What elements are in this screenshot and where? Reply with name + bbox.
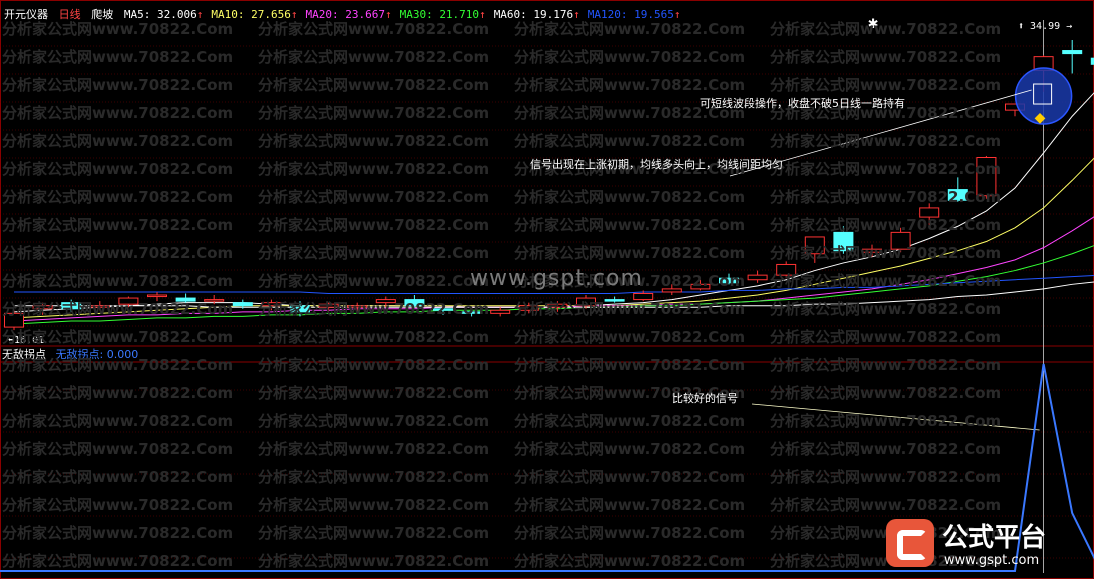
watermark-text: 分析家公式网www.70822.Com [2,300,234,318]
watermark-text: 分析家公式网www.70822.Com [514,76,746,94]
watermark-text: 分析家公式网www.70822.Com [2,20,234,38]
center-watermark: www.gspt.com [470,266,643,291]
candle-body [1062,50,1083,55]
watermark-text: 分析家公式网www.70822.Com [2,356,234,374]
watermark-text: 分析家公式网www.70822.Com [258,244,490,262]
watermark-text: 分析家公式网www.70822.Com [2,272,234,290]
watermark-text: 分析家公式网www.70822.Com [770,160,1002,178]
watermark-text: 分析家公式网www.70822.Com [770,132,1002,150]
watermark-text: 分析家公式网www.70822.Com [258,160,490,178]
annotation-middle: 信号出现在上涨初期，均线多头向上，均线间距均匀 [530,158,783,171]
watermark-text: 分析家公式网www.70822.Com [770,188,1002,206]
watermark-text: 分析家公式网www.70822.Com [258,440,490,458]
watermark-text: 分析家公式网www.70822.Com [2,48,234,66]
logo-site: www.gspt.com [944,553,1040,568]
watermark-text: 分析家公式网www.70822.Com [2,440,234,458]
watermark-text: 分析家公式网www.70822.Com [2,244,234,262]
watermark-text: 分析家公式网www.70822.Com [770,356,1002,374]
watermark-text: 分析家公式网www.70822.Com [514,188,746,206]
watermark-text: 分析家公式网www.70822.Com [258,468,490,486]
watermark-text: 分析家公式网www.70822.Com [514,48,746,66]
watermark-text: 分析家公式网www.70822.Com [258,272,490,290]
watermark-text: 分析家公式网www.70822.Com [514,20,746,38]
watermark-text: 分析家公式网www.70822.Com [770,20,1002,38]
watermark-text: 分析家公式网www.70822.Com [258,20,490,38]
candle-body [232,302,253,307]
watermark-text: 分析家公式网www.70822.Com [258,300,490,318]
candle-body [747,274,768,281]
watermark-text: 分析家公式网www.70822.Com [514,328,746,346]
price-high-label: ⬆ 34.99 → [1018,21,1072,32]
candle-body [490,309,511,314]
watermark-text: 分析家公式网www.70822.Com [2,524,234,542]
watermark-text: 分析家公式网www.70822.Com [258,384,490,402]
kline-window: ✱ ◆ ⬆ 34.99 → ⬅16.01 开元仪器 日线 爬坡 MA5: 32.006… [0,0,1094,579]
watermark-text: 分析家公式网www.70822.Com [770,272,1002,290]
watermark-text: 分析家公式网www.70822.Com [2,104,234,122]
watermark-text: 分析家公式网www.70822.Com [2,328,234,346]
watermark-text: 分析家公式网www.70822.Com [514,356,746,374]
watermark-text: 分析家公式网www.70822.Com [770,328,1002,346]
watermark-text: 分析家公式网www.70822.Com [2,132,234,150]
watermark-text: 分析家公式网www.70822.Com [514,132,746,150]
watermark-text: 分析家公式网www.70822.Com [258,216,490,234]
watermark-text: 分析家公式网www.70822.Com [770,216,1002,234]
watermark-text: 分析家公式网www.70822.Com [258,496,490,514]
annotation-top: 可短线波段操作，收盘不破5日线一路持有 [700,97,905,110]
watermark-text: 分析家公式网www.70822.Com [514,412,746,430]
watermark-text: 分析家公式网www.70822.Com [514,524,746,542]
watermark-text: 分析家公式网www.70822.Com [770,496,1002,514]
annotation-bottom: 比较好的信号 [672,392,738,405]
watermark-text: 分析家公式网www.70822.Com [2,188,234,206]
watermark-text: 分析家公式网www.70822.Com [770,440,1002,458]
watermark-text: 分析家公式网www.70822.Com [258,356,490,374]
watermark-text: 分析家公式网www.70822.Com [514,440,746,458]
watermark-text: 分析家公式网www.70822.Com [514,468,746,486]
watermark-text: 分析家公式网www.70822.Com [770,468,1002,486]
watermark-text: 分析家公式网www.70822.Com [2,76,234,94]
watermark-text: 分析家公式网www.70822.Com [514,552,746,570]
logo-name: 公式平台 [942,523,1047,553]
watermark-text: 分析家公式网www.70822.Com [2,552,234,570]
candle-body [147,294,167,298]
watermark-text: 分析家公式网www.70822.Com [2,412,234,430]
watermark-text: 分析家公式网www.70822.Com [770,384,1002,402]
watermark-text: 分析家公式网www.70822.Com [770,76,1002,94]
watermark-text: 分析家公式网www.70822.Com [258,524,490,542]
watermark-text: 分析家公式网www.70822.Com [258,552,490,570]
watermark-text: 分析家公式网www.70822.Com [258,48,490,66]
watermark-text: 分析家公式网www.70822.Com [514,216,746,234]
brand-logo: 公式平台 www.gspt.com [886,515,1086,573]
diamond-signal-icon: ◆ [1035,110,1046,126]
watermark-text: 分析家公式网www.70822.Com [258,132,490,150]
watermark-text: 分析家公式网www.70822.Com [258,328,490,346]
logo-icon [886,519,934,567]
watermark-text: 分析家公式网www.70822.Com [2,468,234,486]
watermark-text: 分析家公式网www.70822.Com [258,104,490,122]
watermark-text: 分析家公式网www.70822.Com [2,160,234,178]
watermark-text: 分析家公式网www.70822.Com [2,384,234,402]
watermark-text: 分析家公式网www.70822.Com [770,244,1002,262]
watermark-text: 分析家公式网www.70822.Com [2,496,234,514]
watermark-text: 分析家公式网www.70822.Com [770,412,1002,430]
watermark-text: 分析家公式网www.70822.Com [770,300,1002,318]
watermark-text: 分析家公式网www.70822.Com [258,188,490,206]
watermark-text: 分析家公式网www.70822.Com [770,48,1002,66]
watermark-text: 分析家公式网www.70822.Com [258,412,490,430]
watermark-text: 分析家公式网www.70822.Com [514,496,746,514]
watermark-text: 分析家公式网www.70822.Com [258,76,490,94]
watermark-text: 分析家公式网www.70822.Com [514,300,746,318]
watermark-text: 分析家公式网www.70822.Com [2,216,234,234]
watermark-text: 分析家公式网www.70822.Com [514,244,746,262]
